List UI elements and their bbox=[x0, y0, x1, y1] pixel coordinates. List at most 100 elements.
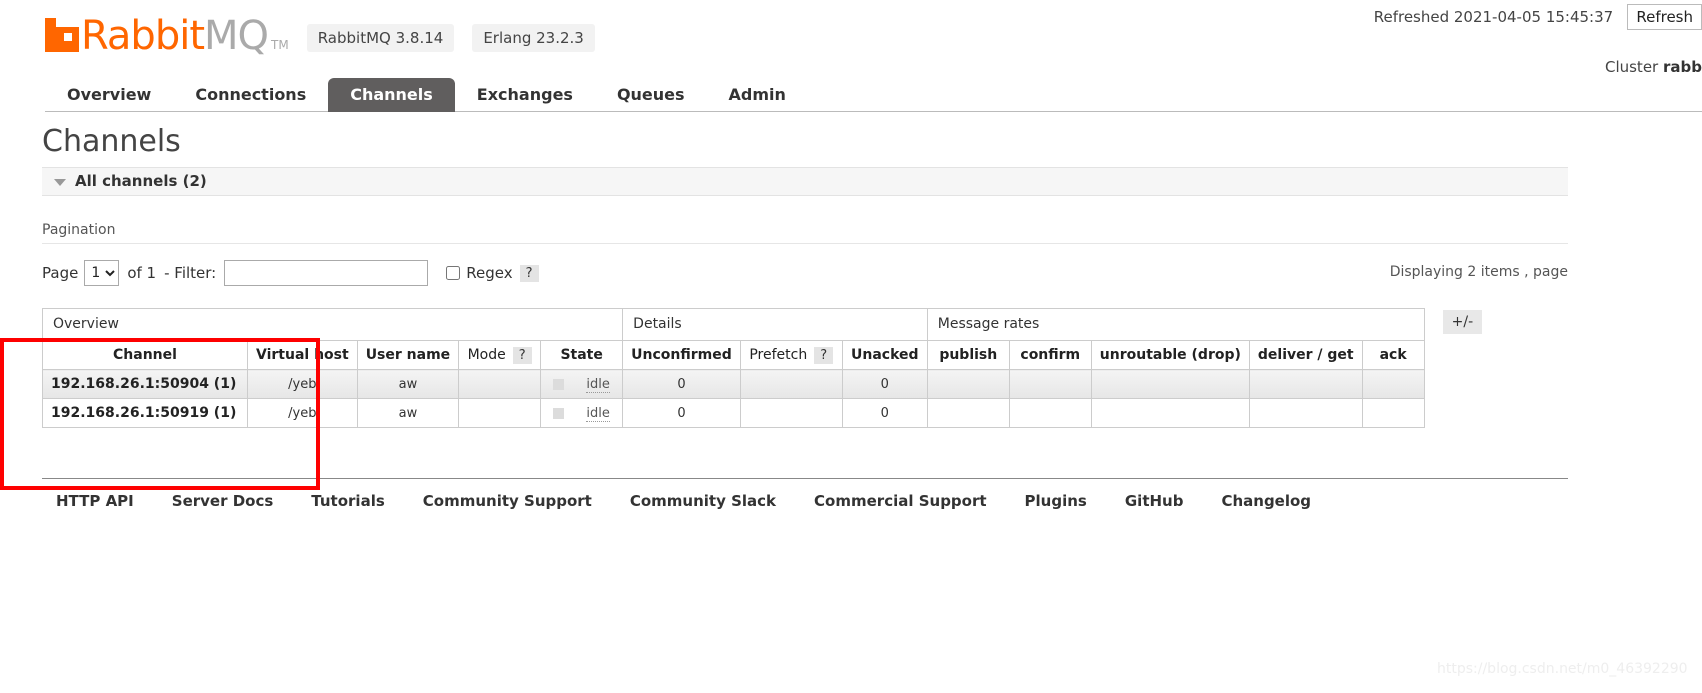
column-header-mode[interactable]: Mode? bbox=[458, 340, 542, 370]
cell-unconfirmed: 0 bbox=[622, 369, 741, 399]
cell-unacked: 0 bbox=[841, 369, 928, 399]
regex-help-icon[interactable]: ? bbox=[519, 264, 539, 282]
table-group-header-row: Overview Details Message rates bbox=[41, 308, 1425, 341]
column-header-channel[interactable]: Channel bbox=[42, 340, 248, 370]
all-channels-section-header[interactable]: All channels (2) bbox=[42, 167, 1568, 196]
watermark-text: https://blog.csdn.net/m0_46392290 bbox=[1437, 661, 1688, 677]
cell-channel[interactable]: 192.168.26.1:50919 (1) bbox=[42, 398, 248, 428]
footer-link-community-support[interactable]: Community Support bbox=[423, 492, 592, 510]
nav-tab-channels[interactable]: Channels bbox=[328, 78, 455, 112]
channels-table-body: 192.168.26.1:50904 (1)/yeb aw idle 0 0 192.16… bbox=[42, 369, 1425, 428]
cell-vhost: /yeb bbox=[247, 369, 358, 399]
column-header-virtual-host[interactable]: Virtual host bbox=[247, 340, 358, 370]
status-bar: Refreshed 2021-04-05 15:45:37 Refresh bbox=[1374, 0, 1702, 30]
column-header-unconfirmed[interactable]: Unconfirmed bbox=[622, 340, 741, 370]
state-indicator-icon bbox=[553, 407, 565, 419]
cluster-label: Cluster bbox=[1604, 58, 1659, 76]
cell-user: aw bbox=[356, 398, 460, 428]
cell-confirm bbox=[1008, 369, 1092, 399]
table-row[interactable]: 192.168.26.1:50919 (1)/yeb aw idle 0 0 bbox=[42, 398, 1425, 428]
cell-channel[interactable]: 192.168.26.1:50904 (1) bbox=[42, 369, 248, 399]
page-select[interactable]: 1 bbox=[84, 260, 120, 286]
footer-link-list: HTTP API Server Docs Tutorials Community Su… bbox=[42, 492, 1568, 510]
cell-ack bbox=[1361, 398, 1425, 428]
column-header-prefetch[interactable]: Prefetch? bbox=[739, 340, 843, 370]
footer-link-community-slack[interactable]: Community Slack bbox=[630, 492, 776, 510]
footer-link-github[interactable]: GitHub bbox=[1125, 492, 1184, 510]
footer-link-plugins[interactable]: Plugins bbox=[1025, 492, 1087, 510]
column-header-ack[interactable]: ack bbox=[1361, 340, 1425, 370]
footer-link-commercial-support[interactable]: Commercial Support bbox=[814, 492, 987, 510]
group-header-overview: Overview bbox=[41, 308, 624, 341]
rabbitmq-management-page: Refreshed 2021-04-05 15:45:37 Refresh Cl… bbox=[0, 0, 1702, 693]
column-header-state[interactable]: State bbox=[540, 340, 624, 370]
rabbitmq-logo-icon bbox=[45, 18, 79, 52]
column-header-unacked[interactable]: Unacked bbox=[841, 340, 928, 370]
column-header-label: confirm bbox=[1020, 347, 1081, 363]
cluster-info: Cluster rabb bbox=[1605, 58, 1702, 76]
footer-link-server-docs[interactable]: Server Docs bbox=[172, 492, 274, 510]
table-row[interactable]: 192.168.26.1:50904 (1)/yeb aw idle 0 0 bbox=[42, 369, 1425, 399]
column-header-publish[interactable]: publish bbox=[926, 340, 1010, 370]
nav-tab-queues[interactable]: Queues bbox=[595, 78, 707, 112]
page-title: Channels bbox=[42, 124, 181, 159]
column-header-label: Prefetch bbox=[749, 346, 808, 363]
nav-tab-overview[interactable]: Overview bbox=[45, 78, 173, 112]
cell-unroutable bbox=[1090, 398, 1250, 428]
cell-publish bbox=[926, 398, 1010, 428]
column-header-user-name[interactable]: User name bbox=[356, 340, 460, 370]
column-header-label: unroutable (drop) bbox=[1099, 347, 1241, 363]
cell-deliver-get bbox=[1248, 398, 1363, 428]
cell-ack bbox=[1361, 369, 1425, 399]
page-label: Page bbox=[42, 264, 79, 282]
filter-input[interactable] bbox=[224, 260, 429, 286]
page-of-label: of 1 bbox=[127, 264, 157, 282]
column-header-unroutable-drop[interactable]: unroutable (drop) bbox=[1090, 340, 1250, 370]
erlang-version-badge: Erlang 23.2.3 bbox=[472, 24, 595, 52]
all-channels-label: All channels (2) bbox=[75, 172, 207, 190]
nav-tab-connections[interactable]: Connections bbox=[173, 78, 328, 112]
column-header-label: Virtual host bbox=[256, 347, 349, 363]
state-label: idle bbox=[586, 405, 610, 422]
cell-publish bbox=[926, 369, 1010, 399]
state-label: idle bbox=[586, 376, 610, 393]
cell-user: aw bbox=[356, 369, 460, 399]
nav-tab-exchanges[interactable]: Exchanges bbox=[455, 78, 595, 112]
cell-prefetch bbox=[739, 369, 843, 399]
footer-link-changelog[interactable]: Changelog bbox=[1221, 492, 1311, 510]
brand-wordmark: RabbitMQ bbox=[81, 13, 269, 59]
toggle-columns-button[interactable]: +/- bbox=[1442, 310, 1483, 334]
regex-checkbox[interactable] bbox=[446, 266, 461, 280]
cell-confirm bbox=[1008, 398, 1092, 428]
brand-rabbit-text: Rabbit bbox=[81, 13, 205, 59]
brand-mq-text: MQ bbox=[204, 13, 269, 59]
cell-state: idle bbox=[540, 369, 624, 399]
rabbitmq-version-badge: RabbitMQ 3.8.14 bbox=[306, 24, 455, 52]
filter-label: - Filter: bbox=[164, 264, 217, 282]
cell-unroutable bbox=[1090, 369, 1250, 399]
cell-mode bbox=[458, 398, 542, 428]
footer-link-tutorials[interactable]: Tutorials bbox=[311, 492, 384, 510]
table-column-header-row: Channel Virtual host User name Mode? State Un… bbox=[42, 340, 1425, 370]
column-header-label: State bbox=[560, 347, 603, 363]
column-header-deliver-get[interactable]: deliver / get bbox=[1248, 340, 1363, 370]
column-header-label: Unconfirmed bbox=[631, 347, 732, 363]
nav-tab-admin[interactable]: Admin bbox=[707, 78, 808, 112]
column-header-confirm[interactable]: confirm bbox=[1008, 340, 1092, 370]
column-header-label: publish bbox=[939, 347, 998, 363]
footer-link-http-api[interactable]: HTTP API bbox=[56, 492, 134, 510]
chevron-down-icon[interactable] bbox=[54, 178, 66, 186]
column-header-label: Unacked bbox=[851, 347, 919, 363]
help-icon[interactable]: ? bbox=[512, 346, 532, 364]
displaying-items-text: Displaying 2 items , page bbox=[1389, 264, 1568, 280]
cell-prefetch bbox=[739, 398, 843, 428]
column-header-label: Mode bbox=[467, 346, 506, 363]
help-icon[interactable]: ? bbox=[814, 346, 834, 364]
column-header-label: User name bbox=[365, 347, 451, 363]
refresh-button[interactable]: Refresh bbox=[1627, 4, 1702, 30]
cell-vhost: /yeb bbox=[247, 398, 358, 428]
channels-table-wrapper: Overview Details Message rates Channel Virt… bbox=[41, 308, 1702, 428]
channels-table: Overview Details Message rates Channel Virt… bbox=[41, 308, 1425, 428]
state-indicator-icon bbox=[553, 378, 565, 390]
refreshed-timestamp: Refreshed 2021-04-05 15:45:37 bbox=[1373, 8, 1614, 26]
